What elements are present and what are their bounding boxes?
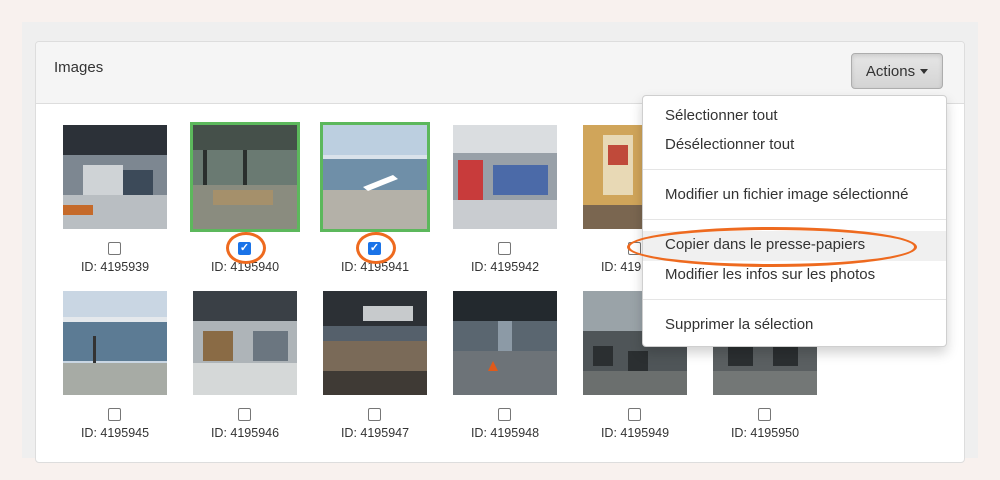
select-checkbox[interactable] (108, 408, 121, 421)
image-thumbnail-frame[interactable] (450, 122, 560, 232)
select-checkbox[interactable] (368, 408, 381, 421)
image-id: ID: 4195942 (470, 260, 540, 274)
annotation-ring (356, 232, 396, 264)
image-tile: ID: 4195947 (320, 288, 450, 448)
image-id: ID: 4195950 (730, 426, 800, 440)
menu-item-edit-info[interactable]: Modifier les infos sur les photos (665, 266, 875, 283)
actions-button[interactable]: Actions (851, 53, 943, 89)
caret-down-icon (920, 68, 929, 74)
image-thumbnail-frame[interactable] (190, 288, 300, 398)
panel-title: Images (54, 59, 104, 76)
image-tile: ID: 4195946 (190, 288, 320, 448)
select-checkbox[interactable] (498, 408, 511, 421)
image-thumbnail-frame[interactable] (450, 288, 560, 398)
menu-item-select-all[interactable]: Sélectionner tout (665, 107, 778, 124)
menu-divider (643, 219, 946, 220)
image-id: ID: 4195949 (600, 426, 670, 440)
image-id: ID: 4195947 (340, 426, 410, 440)
menu-item-edit-image[interactable]: Modifier un fichier image sélectionné (665, 186, 908, 203)
menu-divider (643, 299, 946, 300)
select-checkbox[interactable] (758, 408, 771, 421)
image-thumbnail-frame[interactable] (60, 288, 170, 398)
menu-divider (643, 169, 946, 170)
factory-photo (453, 291, 557, 395)
image-thumbnail-frame[interactable] (60, 122, 170, 232)
image-tile: ID: 4195945 (60, 288, 190, 448)
image-id: ID: 4195945 (80, 426, 150, 440)
menu-item-delete-selection[interactable]: Supprimer la sélection (665, 316, 813, 333)
image-tile: ID: 4195939 (60, 122, 190, 282)
image-tile: ID: 4195942 (450, 122, 580, 282)
factory-photo (63, 125, 167, 229)
annotation-ring (226, 232, 266, 264)
actions-dropdown-menu: Sélectionner tout Désélectionner tout Mo… (642, 95, 947, 347)
factory-photo (323, 291, 427, 395)
building-photo (63, 291, 167, 395)
actions-button-label: Actions (865, 62, 916, 80)
select-checkbox[interactable] (628, 408, 641, 421)
select-checkbox[interactable] (108, 242, 121, 255)
building-photo (323, 125, 427, 229)
factory-photo (193, 291, 297, 395)
image-id: ID: 4195939 (80, 260, 150, 274)
select-checkbox[interactable] (498, 242, 511, 255)
image-id: ID: 4195946 (210, 426, 280, 440)
image-thumbnail-frame[interactable] (190, 122, 300, 232)
factory-photo (193, 125, 297, 229)
image-tile: ID: 4195948 (450, 288, 580, 448)
factory-photo (453, 125, 557, 229)
select-checkbox[interactable] (238, 408, 251, 421)
image-id: ID: 4195948 (470, 426, 540, 440)
image-thumbnail-frame[interactable] (320, 122, 430, 232)
menu-item-deselect-all[interactable]: Désélectionner tout (665, 136, 794, 153)
image-thumbnail-frame[interactable] (320, 288, 430, 398)
annotation-ring (627, 227, 917, 267)
